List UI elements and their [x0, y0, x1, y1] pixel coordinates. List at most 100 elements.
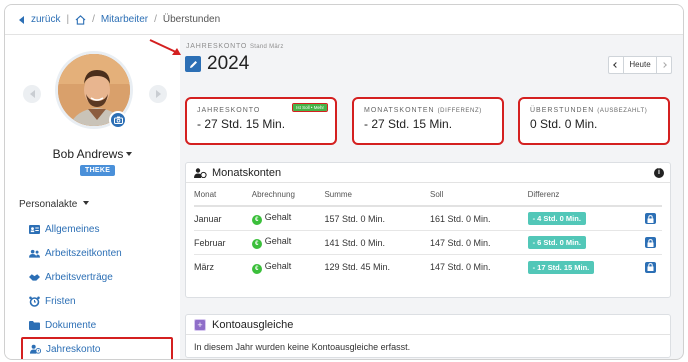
previous-employee-button[interactable] — [23, 85, 41, 103]
sum-cell: 129 Std. 45 Min. — [324, 262, 390, 272]
billing-label: Gehalt — [264, 236, 292, 246]
column-header: Abrechnung — [251, 189, 295, 199]
sidebar-item-jahreskonto[interactable]: Jahreskonto — [21, 337, 173, 359]
table-row: März € Gehalt 129 Std. 45 Min. 147 Std. 0… — [194, 255, 662, 279]
table-row: Januar € Gehalt 157 Std. 0 Min. 161 Std. … — [194, 207, 662, 231]
sidebar-item-label: Allgemeines — [45, 223, 100, 235]
column-header: Monat — [194, 189, 217, 199]
column-header: Summe — [324, 189, 352, 199]
billing-cell: € Gehalt — [251, 236, 325, 249]
column-header: Differenz — [527, 189, 560, 199]
breadcrumb-mitarbeiter[interactable]: Mitarbeiter — [101, 14, 148, 25]
next-year-button[interactable] — [657, 57, 671, 73]
target-cell: 161 Std. 0 Min. — [429, 213, 491, 224]
card-value: 0 Std. 0 Min. — [530, 117, 598, 131]
card-label: ÜBERSTUNDEN (AUSBEZAHLT) — [530, 107, 658, 114]
lock-icon — [647, 214, 654, 223]
account-adjustments-panel: + Kontoausgleiche In diesem Jahr wurden … — [185, 314, 671, 358]
back-link[interactable]: zurück — [31, 14, 60, 25]
lock-button[interactable] — [645, 213, 657, 224]
today-button[interactable]: Heute — [623, 57, 657, 73]
sidebar-item-arbeitsvertraege[interactable]: Arbeitsverträge — [19, 265, 179, 289]
plus-icon[interactable]: + — [194, 318, 206, 331]
sidebar-item-label: Dokumente — [45, 319, 97, 331]
pencil-icon — [189, 60, 197, 68]
card-label-text: JAHRESKONTO — [197, 107, 261, 114]
back-arrow-icon[interactable] — [19, 15, 24, 24]
change-photo-button[interactable] — [109, 111, 127, 129]
chevron-down-icon — [83, 201, 90, 205]
card-label-suffix: (AUSBEZAHLT) — [597, 108, 648, 114]
next-employee-button[interactable] — [149, 85, 167, 103]
lock-button[interactable] — [645, 261, 657, 273]
sidebar-item-label: Arbeitsverträge — [45, 271, 113, 283]
lock-button[interactable] — [645, 237, 657, 248]
profile-sidebar: Bob Andrews THEKE Personalakte Allgemein… — [5, 35, 180, 359]
info-icon[interactable]: i — [654, 168, 664, 178]
lock-icon — [647, 263, 654, 271]
annotation-arrow-icon — [149, 39, 181, 55]
personalakte-toggle[interactable]: Personalakte — [19, 199, 90, 210]
breadcrumb: zurück | / Mitarbeiter / Überstunden — [5, 5, 683, 35]
employee-name: Bob Andrews — [52, 147, 124, 161]
summary-card-jahreskonto: Ist Soll • Mehr JAHRESKONTO - 27 Std. 15… — [185, 97, 337, 145]
sidebar-item-fristen[interactable]: Fristen — [19, 289, 179, 313]
card-label: MONATSKONTEN (DIFFERENZ) — [364, 107, 492, 114]
salary-icon: € — [251, 215, 262, 225]
alarm-clock-icon — [29, 296, 40, 307]
employee-name-dropdown[interactable]: Bob Andrews — [5, 147, 180, 161]
camera-icon — [113, 116, 123, 124]
sum-cell: 157 Std. 0 Min. — [324, 213, 385, 224]
lock-icon — [647, 238, 654, 247]
diff-badge: - 17 Std. 15 Min. — [527, 260, 595, 274]
account-label: JAHRESKONTO — [186, 43, 248, 50]
team-badge: THEKE — [80, 165, 116, 176]
target-cell: 147 Std. 0 Min. — [429, 262, 491, 272]
chevron-right-icon — [661, 62, 667, 68]
contract-icon — [29, 272, 40, 283]
id-card-icon — [29, 224, 40, 235]
account-header-label: JAHRESKONTO Stand März — [186, 43, 284, 50]
month-cell: Januar — [194, 213, 222, 224]
column-header: Soll — [429, 189, 444, 199]
arrow-left-icon — [29, 90, 35, 98]
account-sublabel: Stand März — [249, 44, 284, 50]
previous-year-button[interactable] — [609, 57, 623, 73]
card-value: - 27 Std. 15 Min. — [197, 117, 286, 131]
sidebar-menu: Allgemeines Arbeitszeitkonten Arbeitsver… — [19, 217, 179, 359]
month-cell: März — [194, 262, 214, 272]
card-label-text: ÜBERSTUNDEN — [530, 107, 595, 114]
sidebar-item-arbeitszeitkonten[interactable]: Arbeitszeitkonten — [19, 241, 179, 265]
diff-badge: - 4 Std. 0 Min. — [527, 212, 586, 225]
salary-icon: € — [251, 239, 262, 249]
status-badge: Ist Soll • Mehr — [292, 103, 328, 112]
diff-cell: - 4 Std. 0 Min. — [527, 212, 646, 225]
sidebar-item-label: Fristen — [45, 295, 76, 307]
breadcrumb-separator: / — [92, 14, 95, 25]
billing-label: Gehalt — [264, 212, 292, 222]
panel-header: + Kontoausgleiche — [186, 315, 670, 335]
billing-cell: € Gehalt — [251, 261, 325, 274]
panel-header: Monatskonten — [186, 163, 670, 183]
card-value: - 27 Std. 15 Min. — [364, 117, 453, 131]
users-icon — [29, 248, 40, 259]
breadcrumb-separator: | — [66, 14, 70, 25]
target-cell: 147 Std. 0 Min. — [429, 237, 491, 248]
billing-cell: € Gehalt — [251, 212, 325, 225]
monthly-accounts-panel: Monatskonten i Monat Abrechnung Summe So… — [185, 162, 671, 298]
table-row: Februar € Gehalt 141 Std. 0 Min. 147 Std.… — [194, 231, 662, 255]
breadcrumb-current: Überstunden — [162, 14, 221, 25]
card-label-suffix: (DIFFERENZ) — [437, 108, 482, 114]
sidebar-item-dokumente[interactable]: Dokumente — [19, 313, 179, 337]
sidebar-item-allgemeines[interactable]: Allgemeines — [19, 217, 179, 241]
card-label-text: MONATSKONTEN — [364, 107, 435, 114]
year-title: 2024 — [207, 53, 250, 74]
user-clock-icon — [30, 344, 41, 355]
edit-button[interactable] — [185, 56, 201, 72]
panel-title: Kontoausgleiche — [212, 318, 294, 331]
month-cell: Februar — [194, 237, 226, 248]
breadcrumb-separator: / — [154, 14, 157, 25]
summary-card-ueberstunden: ÜBERSTUNDEN (AUSBEZAHLT) 0 Std. 0 Min. — [518, 97, 670, 145]
home-icon[interactable] — [75, 14, 86, 25]
sidebar-item-label: Jahreskonto — [46, 343, 101, 355]
